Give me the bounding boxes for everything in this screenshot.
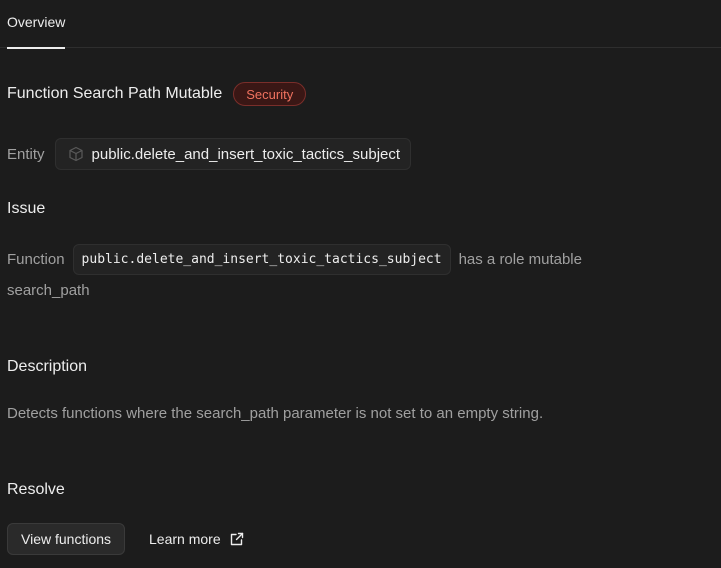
issue-suffix: has a role mutable <box>458 251 582 268</box>
tab-overview-label: Overview <box>7 14 66 30</box>
lint-header: Function Search Path Mutable Security <box>7 80 307 108</box>
view-functions-button[interactable]: View functions <box>7 523 126 555</box>
issue-text: Function public.delete_and_insert_toxic_… <box>7 244 582 275</box>
resolve-heading: Resolve <box>7 481 65 498</box>
description-heading: Description <box>7 358 88 375</box>
entity-label: Entity <box>7 145 45 163</box>
entity-row: Entity public.delete_and_insert_toxic_ta… <box>7 138 412 170</box>
lint-title: Function Search Path Mutable <box>7 85 223 102</box>
active-tab-indicator <box>7 47 66 49</box>
resolve-actions: View functions Learn more <box>7 523 245 555</box>
tab-overview[interactable]: Overview <box>7 0 66 49</box>
entity-chip[interactable]: public.delete_and_insert_toxic_tactics_s… <box>54 138 412 170</box>
function-name-code: public.delete_and_insert_toxic_tactics_s… <box>72 244 451 275</box>
issue-prefix: Function <box>7 251 65 268</box>
security-badge: Security <box>233 82 307 106</box>
description-text: Detects functions where the search_path … <box>7 405 544 422</box>
issue-text-continued: search_path <box>7 282 90 299</box>
learn-more-label: Learn more <box>149 531 221 547</box>
external-link-icon <box>229 531 245 547</box>
issue-heading: Issue <box>7 200 46 217</box>
learn-more-link[interactable]: Learn more <box>149 531 245 547</box>
cube-icon <box>68 146 84 162</box>
tab-bar: Overview <box>0 0 721 49</box>
entity-value: public.delete_and_insert_toxic_tactics_s… <box>91 145 401 163</box>
